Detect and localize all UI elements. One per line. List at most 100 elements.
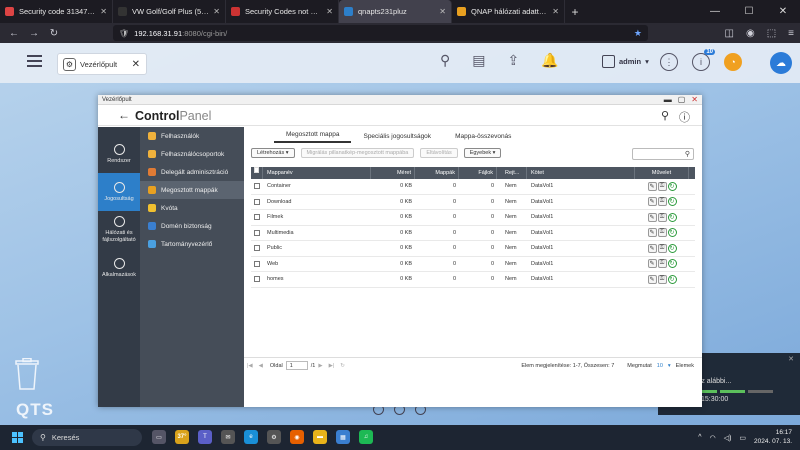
row-checkbox-cell[interactable] bbox=[251, 260, 263, 267]
close-tab-icon[interactable]: ✕ bbox=[100, 7, 107, 16]
permissions-icon[interactable]: ⚿ bbox=[657, 274, 667, 284]
row-checkbox[interactable] bbox=[254, 260, 260, 267]
first-page-icon[interactable]: |◀ bbox=[247, 363, 253, 369]
search-input[interactable]: ⚲ bbox=[632, 148, 694, 160]
reload-icon[interactable]: ↻ bbox=[44, 28, 64, 39]
taskbar-search[interactable]: ⚲ Keresés bbox=[32, 429, 142, 446]
row-checkbox-cell[interactable] bbox=[251, 276, 263, 283]
permissions-icon[interactable]: ⚿ bbox=[657, 228, 667, 238]
per-page-select[interactable]: 10 bbox=[657, 363, 663, 369]
row-checkbox[interactable] bbox=[254, 198, 260, 205]
next-page-icon[interactable]: ▶ bbox=[318, 363, 322, 369]
subnav-item[interactable]: Felhasználócsoportok bbox=[140, 145, 244, 163]
table-row[interactable]: Download 0 KB 0 0 Nem DataVol1 ✎ ⚿ ↻ bbox=[251, 195, 695, 210]
browser-tab[interactable]: Security code 31347 not workin ✕ bbox=[0, 0, 113, 23]
close-tab-icon[interactable]: ✕ bbox=[552, 7, 559, 16]
account-icon[interactable]: ◉ bbox=[746, 28, 755, 39]
edit-icon[interactable]: ✎ bbox=[647, 181, 657, 191]
browser-tab[interactable]: qnapts231pluz ✕ bbox=[339, 0, 452, 23]
table-row[interactable]: Container 0 KB 0 0 Nem DataVol1 ✎ ⚿ ↻ bbox=[251, 179, 695, 195]
extensions-icon[interactable]: ⬚ bbox=[767, 28, 776, 39]
close-icon[interactable]: ✕ bbox=[788, 355, 794, 363]
help-icon[interactable]: ⓘ bbox=[679, 109, 690, 125]
address-bar[interactable]: 🛡 192.168.31.91:8080/cgi-bin/ ★ bbox=[113, 25, 648, 41]
row-checkbox[interactable] bbox=[254, 245, 260, 252]
wifi-icon[interactable]: ◠ bbox=[710, 434, 716, 442]
close-tab-icon[interactable]: ✕ bbox=[326, 7, 333, 16]
refresh-icon[interactable]: ↻ bbox=[667, 243, 677, 253]
column-header[interactable]: Kötet bbox=[527, 167, 635, 179]
subnav-item[interactable]: Delegált adminisztráció bbox=[140, 163, 244, 181]
row-checkbox-cell[interactable] bbox=[251, 183, 263, 190]
start-icon[interactable] bbox=[12, 432, 23, 443]
user-menu[interactable]: admin ▾ bbox=[602, 55, 649, 68]
close-tab-icon[interactable]: ✕ bbox=[213, 7, 220, 16]
subnav-item[interactable]: Tartományvezérlő bbox=[140, 235, 244, 253]
subnav-item[interactable]: Domén biztonság bbox=[140, 217, 244, 235]
edge-icon[interactable]: e bbox=[244, 430, 258, 444]
browser-tab[interactable]: Security Codes not working | Ac✕ bbox=[226, 0, 339, 23]
table-row[interactable]: Public 0 KB 0 0 Nem DataVol1 ✎ ⚿ ↻ bbox=[251, 241, 695, 257]
last-page-icon[interactable]: ▶| bbox=[329, 363, 335, 369]
more-icon[interactable]: ⋮ bbox=[660, 53, 678, 71]
tray-chevron-icon[interactable]: ^ bbox=[698, 434, 701, 441]
clock[interactable]: 16:17 2024. 07. 13. bbox=[754, 429, 792, 445]
leftnav-item[interactable]: Hálózati és fájlszolgáltató bbox=[98, 211, 140, 249]
permissions-icon[interactable]: ⚿ bbox=[657, 259, 667, 269]
row-checkbox[interactable] bbox=[254, 276, 260, 283]
back-arrow-icon[interactable]: ← bbox=[118, 108, 130, 122]
edit-icon[interactable]: ✎ bbox=[647, 228, 657, 238]
row-checkbox[interactable] bbox=[254, 183, 260, 190]
column-header[interactable]: Művelet bbox=[635, 167, 689, 179]
leftnav-item[interactable]: Rendszer bbox=[98, 135, 140, 173]
forward-arrow-icon[interactable]: → bbox=[24, 28, 44, 39]
refresh-icon[interactable]: ↻ bbox=[667, 212, 677, 222]
firefox-icon[interactable]: ◉ bbox=[290, 430, 304, 444]
refresh-icon[interactable]: ↻ bbox=[667, 274, 677, 284]
spotify-icon[interactable]: ♫ bbox=[359, 430, 373, 444]
back-arrow-icon[interactable]: ← bbox=[4, 28, 24, 39]
edit-icon[interactable]: ✎ bbox=[647, 197, 657, 207]
upload-icon[interactable]: ⇪ bbox=[508, 52, 520, 69]
pocket-icon[interactable]: ◫ bbox=[725, 28, 734, 39]
maximize-icon[interactable]: ☐ bbox=[732, 0, 766, 23]
leftnav-item[interactable]: Alkalmazások bbox=[98, 249, 140, 287]
edit-icon[interactable]: ✎ bbox=[647, 259, 657, 269]
table-row[interactable]: homes 0 KB 0 0 Nem DataVol1 ✎ ⚿ ↻ bbox=[251, 272, 695, 288]
column-header[interactable]: Fájlok bbox=[459, 167, 497, 179]
subnav-item[interactable]: Felhasználók bbox=[140, 127, 244, 145]
permissions-icon[interactable]: ⚿ bbox=[657, 181, 667, 191]
menu-icon[interactable]: ≡ bbox=[788, 28, 794, 39]
row-checkbox[interactable] bbox=[254, 214, 260, 221]
table-row[interactable]: Multimedia 0 KB 0 0 Nem DataVol1 ✎ ⚿ ↻ bbox=[251, 226, 695, 241]
row-checkbox-cell[interactable] bbox=[251, 245, 263, 252]
volume-icon[interactable]: ◁) bbox=[724, 434, 732, 442]
select-all-checkbox[interactable] bbox=[251, 167, 263, 179]
tab-1[interactable]: Speciális jogosultságok bbox=[351, 133, 443, 143]
dashboard-icon[interactable]: ◔ bbox=[724, 53, 742, 71]
more-button[interactable]: Egyebek ▾ bbox=[463, 148, 502, 158]
maximize-icon[interactable]: ▢ bbox=[678, 95, 686, 105]
mail-icon[interactable]: ✉ bbox=[221, 430, 235, 444]
search-icon[interactable]: ⚲ bbox=[661, 109, 669, 125]
remove-button[interactable]: Eltávolítás bbox=[420, 148, 458, 158]
tab-2[interactable]: Mappa-összevonás bbox=[443, 133, 523, 143]
refresh-icon[interactable]: ↻ bbox=[340, 363, 345, 369]
subnav-item[interactable]: Kvóta bbox=[140, 199, 244, 217]
refresh-icon[interactable]: ↻ bbox=[667, 197, 677, 207]
bell-icon[interactable]: 🔔 bbox=[541, 52, 558, 69]
tab-0[interactable]: Megosztott mappa bbox=[274, 131, 352, 143]
weather-icon[interactable]: 37° bbox=[175, 430, 189, 444]
column-header[interactable]: Rejt... bbox=[497, 167, 527, 179]
leftnav-item[interactable]: Jogosultság bbox=[98, 173, 140, 211]
row-checkbox-cell[interactable] bbox=[251, 214, 263, 221]
file-explorer-icon[interactable]: ▬ bbox=[313, 430, 327, 444]
battery-icon[interactable]: ▭ bbox=[739, 434, 746, 442]
teams-icon[interactable]: T bbox=[198, 430, 212, 444]
control-panel-taskbar-tab[interactable]: ⚙ Vezérlőpult ✕ bbox=[57, 53, 147, 75]
table-row[interactable]: Web 0 KB 0 0 Nem DataVol1 ✎ ⚿ ↻ bbox=[251, 257, 695, 272]
close-icon[interactable]: ✕ bbox=[766, 0, 800, 23]
info-icon[interactable]: i 10 bbox=[692, 49, 715, 71]
store-icon[interactable]: ▦ bbox=[336, 430, 350, 444]
migrate-button[interactable]: Migrálás pillanatkép-megosztott mappába bbox=[300, 148, 415, 158]
